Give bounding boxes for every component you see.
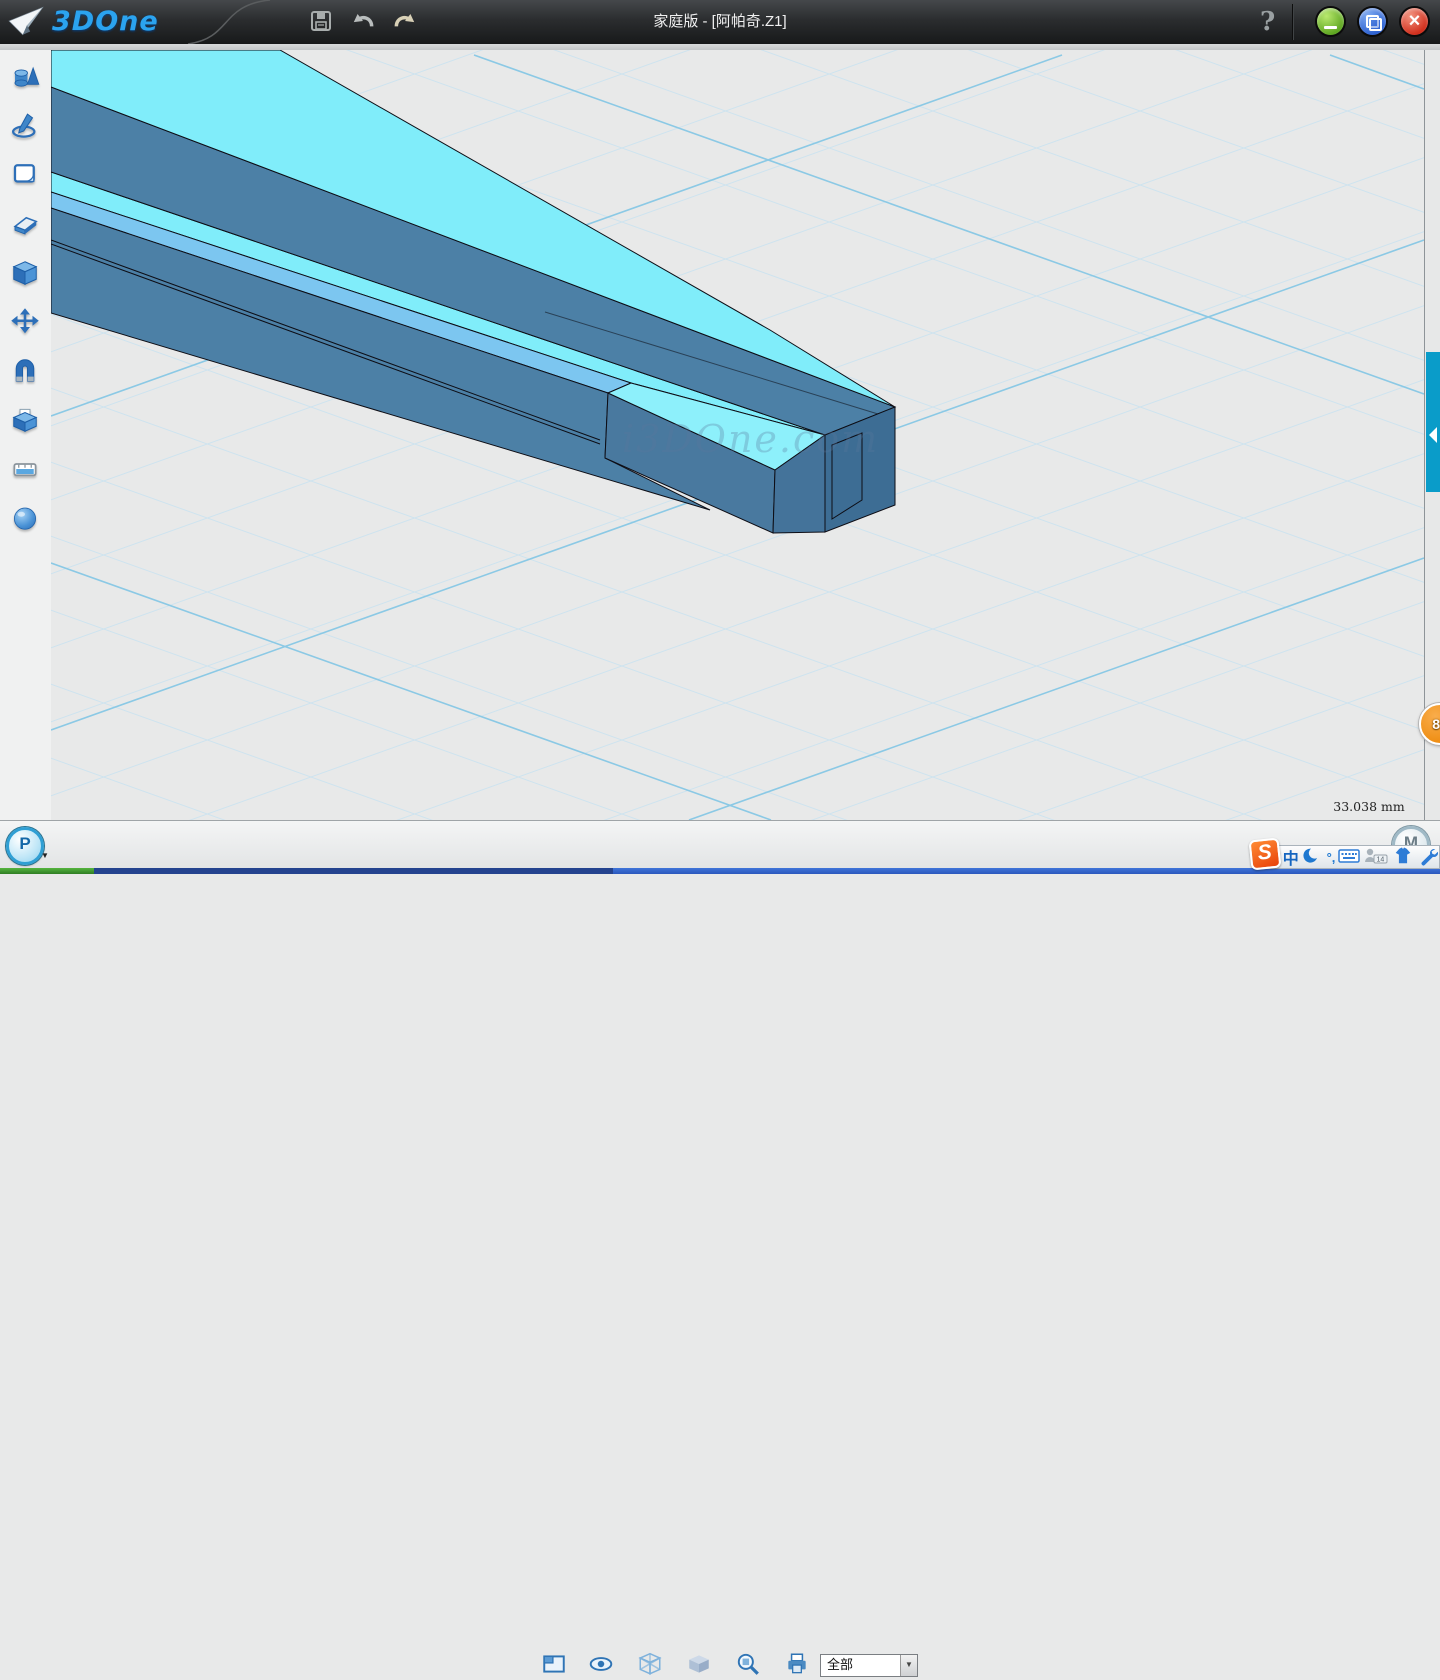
undo-icon — [350, 8, 376, 34]
app-logo: 3DOne — [8, 4, 159, 38]
panel-expand-strip[interactable] — [1426, 352, 1440, 492]
sidebar-item-measure[interactable] — [10, 454, 40, 484]
sidebar-item-snap[interactable] — [10, 356, 40, 386]
sidebar-item-move[interactable] — [10, 307, 40, 337]
sidebar-item-sketch-edit[interactable] — [10, 159, 40, 189]
window-title: 家庭版 - [阿帕奇.Z1] — [0, 0, 1440, 44]
titlebar-separator — [1292, 4, 1294, 40]
combine-box-icon — [10, 405, 40, 435]
app-logo-text: 3DOne — [52, 6, 159, 37]
visibility-button[interactable] — [588, 1651, 614, 1677]
help-button[interactable]: ? — [1254, 4, 1280, 40]
trim-tool-icon — [10, 209, 40, 239]
selection-filter-value: 全部 — [821, 1655, 900, 1676]
feature-cube-icon — [10, 258, 40, 288]
title-bar[interactable]: 3DOne 家庭版 - [阿帕奇.Z1] ? — [0, 0, 1440, 45]
taskbar-mid-segment[interactable] — [94, 868, 613, 874]
taskbar-peek[interactable] — [0, 868, 1440, 874]
minimize-icon — [1324, 26, 1337, 29]
user-count-icon: 14 — [1363, 846, 1389, 866]
bottom-toolbar: 全部 ▼ — [0, 820, 1440, 869]
sidebar-item-sketch[interactable] — [10, 111, 40, 141]
move-transform-icon — [10, 307, 40, 337]
viewport-3d[interactable]: i3DOne.com 33.038 mm 80 — [51, 50, 1440, 820]
save-button[interactable] — [308, 8, 334, 36]
printer-icon — [784, 1651, 810, 1677]
minimize-button[interactable] — [1317, 8, 1344, 35]
ime-fullhalf-toggle[interactable] — [1302, 846, 1324, 868]
sketch-draw-icon — [10, 111, 40, 141]
close-button[interactable]: × — [1401, 8, 1428, 35]
titlebar-curve-decoration — [0, 0, 1440, 44]
sidebar-item-material[interactable] — [10, 503, 40, 533]
tshirt-icon — [1393, 846, 1413, 866]
save-icon — [309, 9, 333, 33]
close-icon: × — [1409, 10, 1421, 32]
primitive-shapes-icon — [10, 63, 40, 93]
ime-settings-button[interactable] — [1417, 846, 1439, 868]
dropdown-arrow-icon[interactable]: ▼ — [900, 1655, 917, 1676]
window-controls: × — [1317, 8, 1428, 35]
viewport-canvas[interactable]: i3DOne.com — [51, 50, 1440, 820]
magnet-snap-icon — [10, 356, 40, 386]
sidebar-item-trim[interactable] — [10, 209, 40, 239]
redo-button[interactable] — [392, 8, 418, 36]
profile-caret-icon[interactable]: ▼ — [41, 851, 49, 860]
ime-punctuation-toggle[interactable]: °, — [1327, 850, 1336, 865]
sidebar-item-primitives[interactable] — [10, 63, 40, 93]
print-button[interactable] — [784, 1651, 810, 1677]
layout-view-icon — [541, 1651, 567, 1677]
zoom-tool-button[interactable] — [735, 1651, 761, 1677]
ime-softkeyboard-button[interactable] — [1338, 846, 1360, 868]
measure-level-icon — [10, 454, 40, 484]
sidebar-item-feature[interactable] — [10, 258, 40, 288]
profile-badge[interactable]: P — [6, 827, 44, 865]
shaded-mode-button[interactable] — [686, 1651, 712, 1677]
keyboard-icon — [1338, 846, 1360, 866]
shaded-cube-icon — [686, 1651, 712, 1677]
maximize-button[interactable] — [1359, 8, 1386, 35]
wrench-icon — [1418, 846, 1438, 866]
left-toolbar — [0, 50, 52, 820]
layout-view-button[interactable] — [541, 1651, 567, 1677]
measurement-readout: 33.038 mm — [1329, 799, 1409, 814]
redo-icon — [392, 8, 418, 34]
zoom-magnifier-icon — [735, 1651, 761, 1677]
wireframe-mode-button[interactable] — [637, 1651, 663, 1677]
selection-filter-dropdown[interactable]: 全部 ▼ — [820, 1654, 918, 1677]
wireframe-cube-icon — [637, 1651, 663, 1677]
sketch-edit-icon — [10, 159, 40, 189]
svg-text:14: 14 — [1377, 857, 1385, 864]
ime-skin-button[interactable] — [1392, 846, 1414, 868]
watermark-text: i3DOne.com — [622, 417, 879, 461]
sidebar-item-combine[interactable] — [10, 405, 40, 435]
ime-language-toggle[interactable]: 中 — [1283, 845, 1299, 869]
eye-icon — [588, 1651, 614, 1677]
ime-logo[interactable]: S — [1249, 838, 1282, 871]
paper-plane-icon — [8, 4, 46, 38]
material-sphere-icon — [10, 503, 40, 533]
quick-access-toolbar — [308, 8, 418, 36]
ime-user-button[interactable]: 14 — [1363, 846, 1389, 868]
moon-icon — [1303, 846, 1323, 866]
application-window: { "window": { "logo_text": "3DOne", "tit… — [0, 0, 1440, 874]
undo-button[interactable] — [350, 8, 376, 36]
ime-toolbar: S 中 °, 14 — [1252, 845, 1440, 869]
taskbar-start-segment[interactable] — [0, 868, 94, 874]
